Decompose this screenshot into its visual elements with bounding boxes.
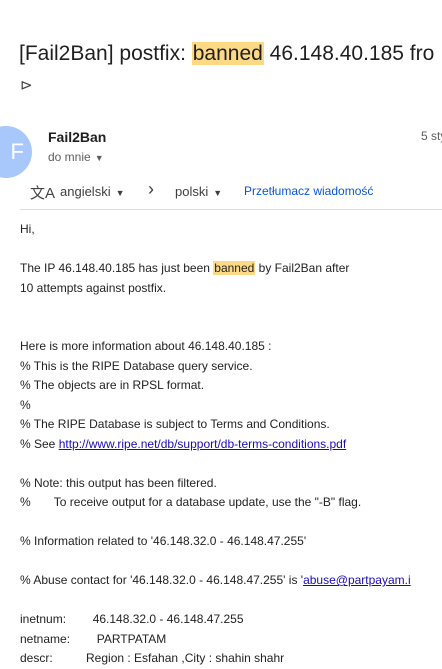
recipient-label: do mnie — [48, 150, 91, 164]
caret-down-icon: ▼ — [115, 188, 125, 198]
body-line: % Abuse contact for '46.148.32.0 - 46.14… — [20, 571, 442, 591]
subject-suffix: 46.148.40.185 fro — [263, 42, 435, 65]
body-line: The IP 46.148.40.185 has just been banne… — [20, 259, 442, 279]
translate-bar: 文A angielski ▼ › polski ▼ Przetłumacz wiad… — [20, 172, 442, 210]
abuse-email-link[interactable]: abuse@partpayam.i — [303, 573, 411, 587]
body-greeting: Hi, — [20, 222, 35, 236]
recipient-dropdown[interactable]: do mnie ▼ — [48, 150, 104, 164]
sender-name[interactable]: Fail2Ban — [48, 129, 106, 145]
email-subject: [Fail2Ban] postfix: banned 46.148.40.185… — [19, 42, 434, 66]
subject-prefix: [Fail2Ban] postfix: — [19, 42, 192, 65]
subject-highlight: banned — [191, 42, 264, 65]
body-line: % — [20, 397, 31, 412]
body-text: % Abuse contact for '46.148.32.0 - 46.14… — [20, 573, 304, 587]
body-highlight: banned — [213, 261, 256, 275]
avatar[interactable]: F — [0, 126, 32, 178]
body-line: 10 attempts against postfix. — [20, 280, 167, 295]
body-line: % See http://www.ripe.net/db/support/db-… — [20, 435, 442, 455]
email-date: 5 sty — [421, 129, 442, 143]
body-line: % Information related to '46.148.32.0 - … — [20, 534, 307, 548]
arrow-right-icon: › — [148, 179, 154, 199]
body-text: by Fail2Ban after — [255, 261, 350, 275]
body-line: % The RIPE Database is subject to Terms … — [20, 417, 330, 431]
body-line: descr: Region : Esfahan ,City : shahin s… — [20, 651, 285, 665]
body-line: Here is more information about 46.148.40… — [20, 339, 272, 353]
body-line: inetnum: 46.148.32.0 - 46.148.47.255 — [20, 612, 244, 626]
translate-message-link[interactable]: Przetłumacz wiadomość — [244, 184, 373, 198]
body-text: The IP 46.148.40.185 has just been — [20, 261, 214, 275]
source-language-label: angielski — [60, 184, 111, 199]
target-language-label: polski — [175, 184, 209, 199]
caret-down-icon: ▼ — [213, 188, 223, 198]
body-line: % To receive output for a database updat… — [20, 495, 362, 509]
label-important-icon[interactable]: ⊳ — [20, 76, 33, 94]
ripe-terms-link[interactable]: http://www.ripe.net/db/support/db-terms-… — [59, 437, 346, 451]
source-language-select[interactable]: angielski ▼ — [60, 184, 125, 199]
translate-icon: 文A — [30, 185, 56, 202]
body-line: netname: PARTPATAM — [20, 631, 167, 646]
body-text: % See — [20, 436, 59, 451]
body-line: % This is the RIPE Database query servic… — [20, 358, 253, 373]
body-line: % The objects are in RPSL format. — [20, 378, 205, 392]
caret-down-icon: ▼ — [94, 153, 104, 163]
target-language-select[interactable]: polski ▼ — [175, 184, 222, 199]
body-line: % Note: this output has been filtered. — [20, 475, 217, 490]
avatar-initial: F — [10, 139, 24, 164]
email-body: Hi, The IP 46.148.40.185 has just been b… — [20, 220, 442, 669]
